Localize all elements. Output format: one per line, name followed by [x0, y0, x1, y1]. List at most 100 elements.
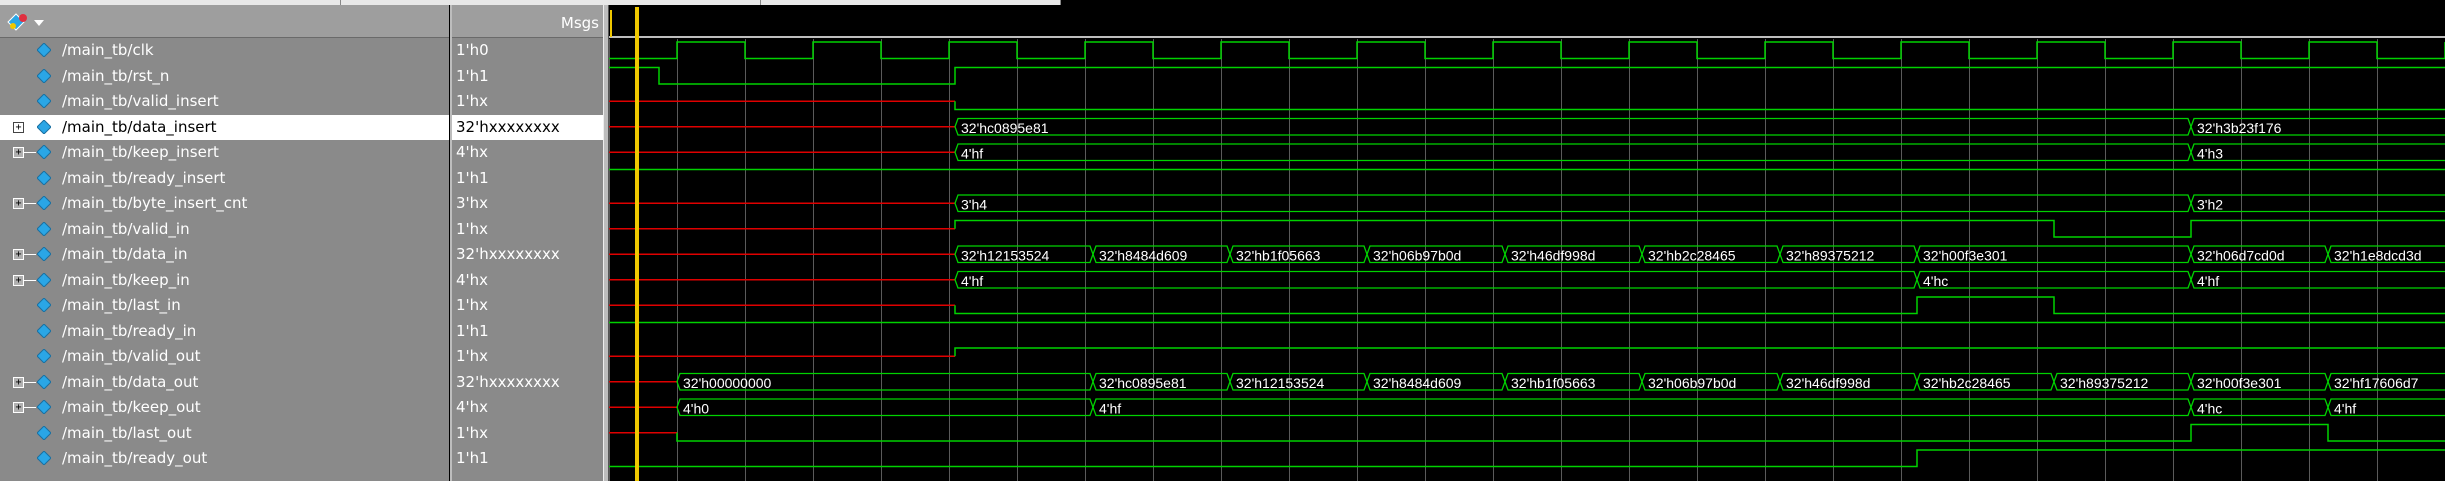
- signal-value: 32'hxxxxxxxx: [456, 117, 560, 136]
- signal-row[interactable]: /main_tb/valid_out: [0, 344, 449, 369]
- signal-row[interactable]: + /main_tb/byte_insert_cnt: [0, 191, 449, 216]
- chevron-down-icon[interactable]: [34, 20, 44, 26]
- bus-segment: [954, 270, 1918, 289]
- signal-name: /main_tb/last_out: [62, 423, 192, 442]
- signal-name: /main_tb/valid_in: [62, 219, 190, 238]
- signal-name-pane: /main_tb/clk/main_tb/rst_n/main_tb/valid…: [0, 5, 449, 481]
- value-row[interactable]: 1'h1: [452, 64, 605, 89]
- signal-name: /main_tb/data_insert: [62, 117, 217, 136]
- signal-name: /main_tb/last_in: [62, 296, 181, 314]
- bus-segment: [954, 117, 2192, 136]
- signal-diamond-icon: [37, 145, 51, 159]
- signal-name: /main_tb/ready_insert: [62, 168, 226, 187]
- value-row[interactable]: 1'h1: [452, 446, 605, 471]
- expand-icon[interactable]: +: [13, 121, 24, 133]
- signal-row[interactable]: + /main_tb/keep_insert: [0, 140, 449, 165]
- value-row[interactable]: 3'hx: [452, 191, 605, 216]
- tree-connector: [24, 279, 36, 281]
- signal-name: /main_tb/ready_in: [62, 321, 197, 340]
- expand-icon[interactable]: +: [13, 147, 24, 158]
- signal-diamond-icon: [37, 451, 51, 465]
- signal-row[interactable]: + /main_tb/data_out: [0, 370, 449, 395]
- signal-name: /main_tb/clk: [62, 41, 154, 59]
- expand-icon[interactable]: +: [13, 274, 24, 286]
- bus-value-label: 32'h00f3e301: [1923, 248, 2008, 264]
- signal-row[interactable]: /main_tb/last_out: [0, 421, 449, 446]
- bus-value-label: 3'h4: [961, 197, 987, 213]
- signal-row[interactable]: + /main_tb/data_in: [0, 242, 449, 267]
- wave-app-icon[interactable]: [6, 12, 30, 32]
- signal-value: 4'hx: [456, 270, 489, 289]
- wave-header: [609, 5, 2445, 37]
- value-row[interactable]: 4'hx: [452, 268, 605, 293]
- bit-wave: [609, 449, 2445, 468]
- bus-value-label: 32'h89375212: [2060, 375, 2149, 391]
- bus-value-label: 32'h89375212: [1786, 248, 1875, 264]
- expand-icon[interactable]: +: [13, 198, 24, 209]
- value-row[interactable]: 1'hx: [452, 89, 605, 114]
- signal-row[interactable]: /main_tb/valid_insert: [0, 89, 449, 114]
- signal-name: /main_tb/ready_out: [62, 449, 208, 467]
- value-row[interactable]: 4'hx: [452, 140, 605, 165]
- tree-connector: [24, 126, 36, 128]
- value-row[interactable]: 1'h1: [452, 166, 605, 191]
- signal-value: 1'hx: [456, 347, 489, 365]
- signal-row[interactable]: + /main_tb/keep_out: [0, 395, 449, 420]
- signal-diamond-icon: [37, 170, 51, 185]
- value-row[interactable]: 1'hx: [452, 344, 605, 369]
- bit-wave: [954, 347, 2445, 357]
- signal-row[interactable]: /main_tb/last_in: [0, 293, 449, 318]
- signal-row[interactable]: /main_tb/ready_out: [0, 446, 449, 471]
- value-row[interactable]: 1'hx: [452, 217, 605, 242]
- bus-value-label: 4'h0: [683, 401, 709, 417]
- value-row[interactable]: 1'hx: [452, 421, 605, 446]
- signal-value: 4'hx: [456, 398, 489, 416]
- bus-value-label: 4'h3: [2197, 146, 2223, 162]
- signal-value: 32'hxxxxxxxx: [456, 245, 560, 263]
- value-row[interactable]: 1'hx: [452, 293, 605, 318]
- signal-value: 1'h1: [456, 321, 489, 340]
- bus-value-label: 32'hc0895e81: [961, 120, 1049, 136]
- bus-value-label: 32'hb2c28465: [1648, 248, 1736, 264]
- signal-row[interactable]: + /main_tb/data_insert: [0, 114, 449, 140]
- expand-icon[interactable]: +: [13, 402, 24, 413]
- signal-diamond-icon: [37, 425, 51, 440]
- signal-row[interactable]: /main_tb/rst_n: [0, 64, 449, 89]
- bus-value-label: 4'hf: [2197, 273, 2219, 289]
- bus-value-label: 32'h00f3e301: [2197, 375, 2282, 391]
- signal-row[interactable]: /main_tb/clk: [0, 38, 449, 63]
- expand-icon[interactable]: +: [13, 376, 24, 388]
- signal-name: /main_tb/data_in: [62, 245, 188, 263]
- signal-value: 32'hxxxxxxxx: [456, 372, 560, 391]
- bit-wave: [609, 66, 2445, 85]
- bus-value-label: 4'hf: [961, 146, 983, 162]
- value-row[interactable]: 1'h1: [452, 319, 605, 344]
- tree-connector: [24, 152, 36, 153]
- signal-row[interactable]: /main_tb/ready_in: [0, 319, 449, 344]
- bit-wave: [954, 101, 2445, 111]
- value-row[interactable]: 32'hxxxxxxxx: [452, 370, 605, 395]
- signal-value: 1'hx: [456, 219, 489, 238]
- signal-diamond-icon: [37, 119, 51, 134]
- signal-row[interactable]: /main_tb/valid_in: [0, 217, 449, 242]
- bus-value-label: 32'h46df998d: [1511, 248, 1595, 264]
- expand-icon[interactable]: +: [13, 249, 24, 260]
- value-pane-header: Msgs: [452, 5, 605, 38]
- value-row[interactable]: 1'h0: [452, 38, 605, 63]
- clock-wave: [609, 41, 2445, 60]
- waveform-canvas[interactable]: 32'hc0895e81 32'h3b23f176 4'hf 4'h3 3'h4 3'h2…: [609, 5, 2445, 481]
- signal-diamond-icon: [37, 43, 51, 57]
- signal-row[interactable]: /main_tb/ready_insert: [0, 166, 449, 191]
- bus-value-label: 32'hb1f05663: [1236, 248, 1321, 264]
- signal-diamond-icon: [37, 68, 51, 83]
- bus-segment: [2190, 143, 2445, 162]
- value-row[interactable]: 32'hxxxxxxxx: [452, 114, 605, 140]
- bus-value-label: 4'hc: [1923, 273, 1948, 289]
- bus-segment: [2190, 194, 2445, 213]
- value-row[interactable]: 4'hx: [452, 395, 605, 420]
- waveform-pane[interactable]: 32'hc0895e81 32'h3b23f176 4'hf 4'h3 3'h4 3'h2…: [609, 5, 2445, 481]
- signal-diamond-icon: [37, 400, 51, 414]
- value-row[interactable]: 32'hxxxxxxxx: [452, 242, 605, 267]
- signal-row[interactable]: + /main_tb/keep_in: [0, 268, 449, 293]
- signal-name: /main_tb/rst_n: [62, 66, 170, 85]
